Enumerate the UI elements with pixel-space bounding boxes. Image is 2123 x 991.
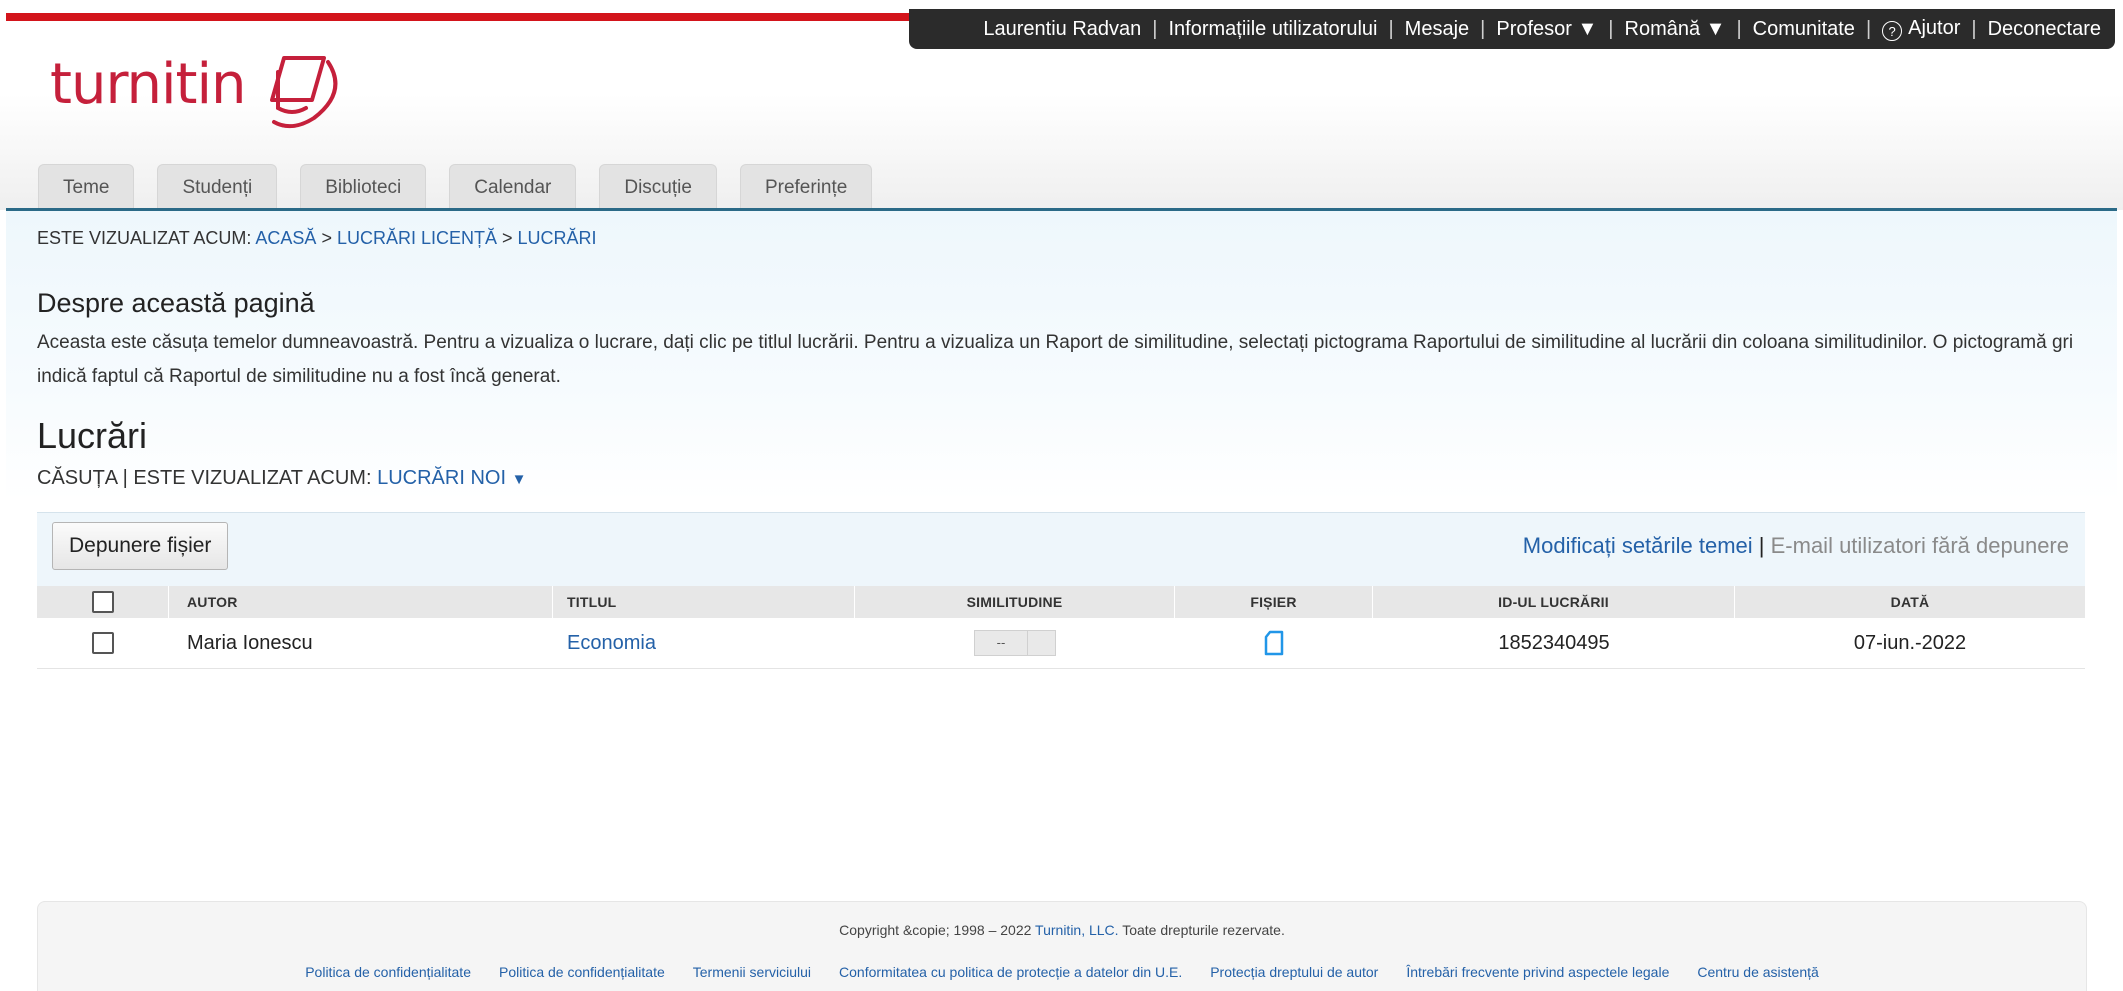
column-header-author[interactable]: AUTOR bbox=[169, 586, 553, 618]
view-dropdown[interactable]: LUCRĂRI NOI ▼ bbox=[377, 467, 526, 489]
footer-link-terms[interactable]: Termenii serviciului bbox=[693, 964, 811, 980]
toolbar-links: Modificați setările temei | E-mail utili… bbox=[1523, 533, 2069, 559]
messages-link[interactable]: Mesaje bbox=[1405, 18, 1469, 41]
footer-link-privacy[interactable]: Politica de confidențialitate bbox=[305, 964, 471, 980]
footer-link-copyright-protection[interactable]: Protecția dreptului de autor bbox=[1210, 964, 1378, 980]
brand-strip bbox=[6, 13, 911, 21]
row-paper-id: 1852340495 bbox=[1498, 631, 1610, 654]
about-title: Despre această pagină bbox=[37, 288, 315, 318]
row-file-cell bbox=[1175, 630, 1373, 656]
logout-link[interactable]: Deconectare bbox=[1988, 18, 2101, 41]
breadcrumb-separator: > bbox=[502, 228, 513, 248]
footer-link-eu-data[interactable]: Conformitatea cu politica de protecție a… bbox=[839, 964, 1182, 980]
view-selected: LUCRĂRI NOI bbox=[377, 467, 506, 489]
similarity-value: -- bbox=[975, 631, 1028, 655]
copyright-suffix: Toate drepturile rezervate. bbox=[1122, 922, 1285, 938]
select-all-cell bbox=[37, 586, 169, 618]
breadcrumb: ESTE VIZUALIZAT ACUM: ACASĂ > LUCRĂRI LI… bbox=[37, 228, 597, 249]
separator: | bbox=[1608, 17, 1614, 40]
row-title-cell: Economia bbox=[553, 632, 855, 655]
chevron-down-icon: ▼ bbox=[511, 471, 527, 488]
table-header: AUTOR TITLUL SIMILITUDINE FIȘIER ID-UL L… bbox=[37, 586, 2085, 618]
row-checkbox[interactable] bbox=[92, 632, 114, 654]
email-non-submitters-link[interactable]: E-mail utilizatori fără depunere bbox=[1771, 533, 2069, 558]
view-selector: CĂSUȚA | ESTE VIZUALIZAT ACUM: LUCRĂRI N… bbox=[37, 467, 526, 490]
breadcrumb-class[interactable]: LUCRĂRI LICENȚĂ bbox=[337, 228, 497, 248]
submissions-table: AUTOR TITLUL SIMILITUDINE FIȘIER ID-UL L… bbox=[37, 586, 2085, 669]
tab-studenti[interactable]: Studenți bbox=[157, 164, 278, 211]
question-circle-icon: ? bbox=[1882, 21, 1903, 42]
copyright-line: Copyright &copie; 1998 – 2022 Turnitin, … bbox=[38, 922, 2086, 938]
column-header-similarity[interactable]: SIMILITUDINE bbox=[855, 586, 1175, 618]
footer-link-help-center[interactable]: Centru de asistență bbox=[1697, 964, 1818, 980]
column-header-date[interactable]: DATĂ bbox=[1735, 586, 2085, 618]
submissions-toolbar: Depunere fișier Modificați setările teme… bbox=[37, 512, 2085, 587]
turnitin-logo[interactable]: turnitin bbox=[50, 52, 350, 137]
page-footer: Copyright &copie; 1998 – 2022 Turnitin, … bbox=[37, 901, 2087, 991]
logo-text: turnitin bbox=[50, 52, 247, 117]
help-link[interactable]: ? Ajutor bbox=[1882, 17, 1960, 42]
role-dropdown[interactable]: Profesor ▼ bbox=[1496, 18, 1597, 41]
column-header-paper-id[interactable]: ID-UL LUCRĂRII bbox=[1373, 586, 1735, 618]
page-title: Lucrări bbox=[37, 415, 148, 456]
table-row: Maria Ionescu Economia -- 1852340495 07-… bbox=[37, 618, 2085, 669]
community-link[interactable]: Comunitate bbox=[1753, 18, 1855, 41]
tab-preferinte[interactable]: Preferințe bbox=[739, 164, 873, 211]
column-header-file[interactable]: FIȘIER bbox=[1175, 586, 1373, 618]
help-label: Ajutor bbox=[1908, 16, 1961, 39]
user-info-link[interactable]: Informațiile utilizatorului bbox=[1168, 18, 1377, 41]
tab-biblioteci[interactable]: Biblioteci bbox=[300, 164, 427, 211]
main-tabs: Teme Studenți Biblioteci Calendar Discuț… bbox=[38, 162, 873, 211]
language-dropdown[interactable]: Română ▼ bbox=[1625, 18, 1726, 41]
separator: | bbox=[1388, 17, 1394, 40]
similarity-report-button[interactable]: -- bbox=[974, 630, 1056, 656]
about-text: Aceasta este căsuța temelor dumneavoastr… bbox=[37, 332, 2074, 387]
turnitin-company-link[interactable]: Turnitin, LLC. bbox=[1035, 922, 1119, 938]
select-all-checkbox[interactable] bbox=[91, 591, 114, 613]
separator: | bbox=[1971, 17, 1977, 40]
row-date: 07-iun.-2022 bbox=[1853, 631, 1967, 654]
breadcrumb-prefix: ESTE VIZUALIZAT ACUM: bbox=[37, 228, 252, 248]
toolbar-separator: | bbox=[1758, 533, 1765, 558]
separator: | bbox=[1736, 17, 1742, 40]
row-similarity-cell: -- bbox=[855, 630, 1175, 656]
document-icon[interactable] bbox=[1264, 630, 1284, 656]
footer-link-privacy-2[interactable]: Politica de confidențialitate bbox=[499, 964, 665, 980]
edit-assignment-settings-link[interactable]: Modificați setările temei bbox=[1523, 533, 1753, 558]
breadcrumb-home[interactable]: ACASĂ bbox=[255, 228, 316, 248]
separator: | bbox=[1480, 17, 1486, 40]
footer-link-legal-faq[interactable]: Întrebări frecvente privind aspectele le… bbox=[1406, 964, 1669, 980]
footer-links: Politica de confidențialitate Politica d… bbox=[38, 964, 2086, 980]
user-name-link[interactable]: Laurentiu Radvan bbox=[983, 18, 1141, 41]
breadcrumb-current[interactable]: LUCRĂRI bbox=[518, 228, 597, 248]
copyright-prefix: Copyright &copie; 1998 – 2022 bbox=[839, 922, 1032, 938]
paper-title-link[interactable]: Economia bbox=[567, 632, 656, 654]
row-select-cell bbox=[37, 632, 169, 654]
separator: | bbox=[1865, 17, 1872, 40]
row-author: Maria Ionescu bbox=[187, 631, 313, 654]
page-header: Laurentiu Radvan | Informațiile utilizat… bbox=[0, 0, 2123, 211]
tab-calendar[interactable]: Calendar bbox=[449, 164, 577, 211]
view-prefix: CĂSUȚA | ESTE VIZUALIZAT ACUM: bbox=[37, 467, 372, 489]
breadcrumb-separator: > bbox=[321, 228, 332, 248]
column-header-title[interactable]: TITLUL bbox=[553, 586, 855, 618]
tab-discutie[interactable]: Discuție bbox=[599, 164, 717, 211]
separator: | bbox=[1152, 17, 1158, 40]
turnitin-page-icon bbox=[270, 56, 338, 129]
tab-teme[interactable]: Teme bbox=[38, 164, 135, 211]
top-user-bar: Laurentiu Radvan | Informațiile utilizat… bbox=[909, 9, 2115, 49]
upload-file-button[interactable]: Depunere fișier bbox=[52, 522, 229, 570]
